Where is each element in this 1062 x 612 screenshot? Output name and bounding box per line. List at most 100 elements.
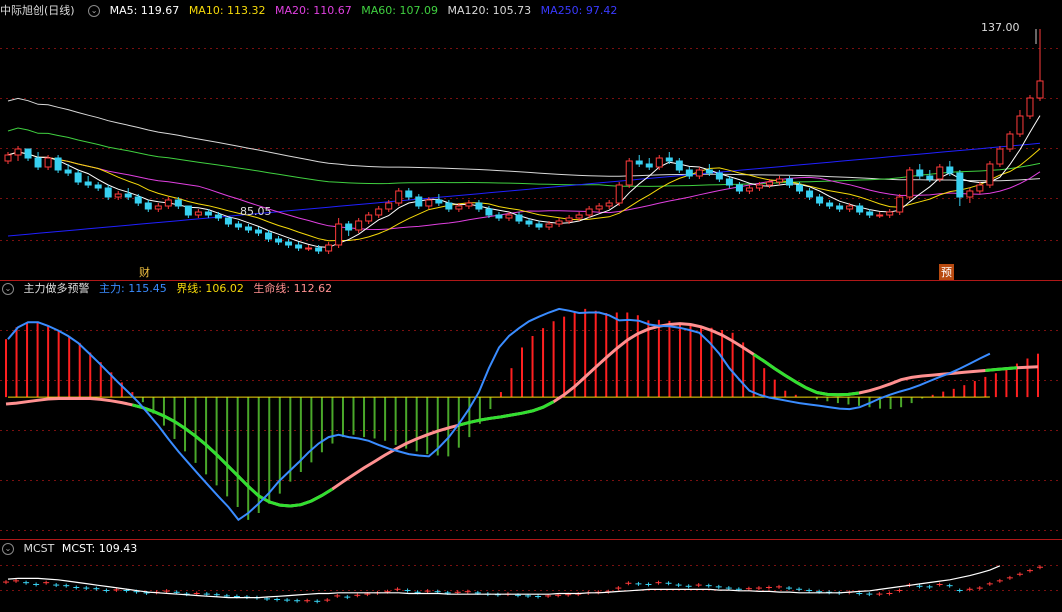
candle [204,211,212,216]
candle [84,181,92,186]
candle [305,247,313,250]
candle [415,196,423,207]
high-price-label: 137.00 [981,21,1020,34]
candle [966,190,974,198]
candle [916,169,924,177]
candle [64,169,72,174]
candle [495,214,503,219]
candle [856,205,864,213]
candle [295,244,303,249]
candle [976,184,984,192]
candle [675,160,683,171]
candle [996,148,1004,165]
stock-chart[interactable] [0,0,1062,612]
candle [1026,97,1034,117]
candle [435,199,443,204]
candle [836,205,844,210]
candle [265,232,273,240]
candle [906,169,914,198]
candle [655,157,663,168]
mcst-panel-header: ⌄ MCST MCST: 109.43 [0,540,143,558]
candle [846,205,854,210]
mcst-title[interactable]: MCST [24,542,55,555]
ma5-label: MA5: 119.67 [109,4,180,17]
candle [555,220,563,225]
candle [796,184,804,192]
candle [665,157,673,162]
candle [104,187,112,198]
candle [285,241,293,246]
shengming-green-segment [985,366,1018,372]
indicator-panel-header: ⌄ 主力做多预警 主力: 115.45 界线: 106.02 生命线: 112.… [0,280,338,298]
price-panel-header: 中际旭创(日线) ⌄ MA5: 119.67 MA10: 113.32 MA20… [0,2,623,20]
shengming-green-segment [132,403,334,508]
candle [936,166,944,180]
collapse-icon[interactable]: ⌄ [2,543,14,555]
candle [24,148,32,159]
candle [826,202,834,207]
candle [505,214,513,219]
candle [254,229,262,234]
candle [345,223,353,231]
candle [735,184,743,192]
shengming-label: 生命线: 112.62 [253,282,333,295]
candle [765,181,773,186]
zhuli-line [7,307,991,522]
candle [866,211,874,216]
candle [595,205,603,210]
candle [154,205,162,210]
candle [14,148,22,156]
candle [1016,115,1024,135]
candle [896,196,904,213]
ma120-label: MA120: 105.73 [447,4,532,17]
candle [926,175,934,180]
ma10-line [7,148,1041,242]
event-badge-cai[interactable]: 财 [137,264,152,280]
ma60-label: MA60: 107.09 [361,4,438,17]
ma250-label: MA250: 97.42 [540,4,618,17]
candle [194,211,202,216]
event-badge-yu[interactable]: 预 [939,264,954,280]
candle [455,205,463,210]
candle [34,157,42,168]
ma20-label: MA20: 110.67 [275,4,352,17]
ma10-label: MA10: 113.32 [188,4,266,17]
candle [715,172,723,180]
candle [275,238,283,243]
candle [4,154,12,162]
candle [395,190,403,204]
candle [315,247,323,252]
indicator-title[interactable]: 主力做多预警 [24,282,90,295]
candle [475,202,483,210]
candle [946,166,954,174]
shengming-green-segment [458,400,555,427]
stock-title[interactable]: 中际旭创(日线) [0,4,75,17]
candle [775,178,783,183]
mcst-line [7,565,1001,599]
candle [54,157,62,171]
candle [224,217,232,225]
candle [44,157,52,168]
candle [565,217,573,222]
candle [695,169,703,177]
candle [94,184,102,189]
candle [355,220,363,231]
candle [124,193,132,198]
collapse-icon[interactable]: ⌄ [2,283,14,295]
candle [184,205,192,216]
candle [786,178,794,186]
candle [615,184,623,204]
candle [425,199,433,207]
candle [445,202,453,210]
ma20-line [7,151,1041,231]
collapse-icon[interactable]: ⌄ [88,5,101,17]
candle [465,202,473,207]
mcst-value-label: MCST: 109.43 [61,542,138,555]
candle [755,184,763,189]
candle [405,190,413,198]
candle [545,223,553,228]
candle [605,202,613,207]
low-price-label: 85.05 [240,205,272,218]
candle [806,190,814,198]
candle [164,199,172,207]
